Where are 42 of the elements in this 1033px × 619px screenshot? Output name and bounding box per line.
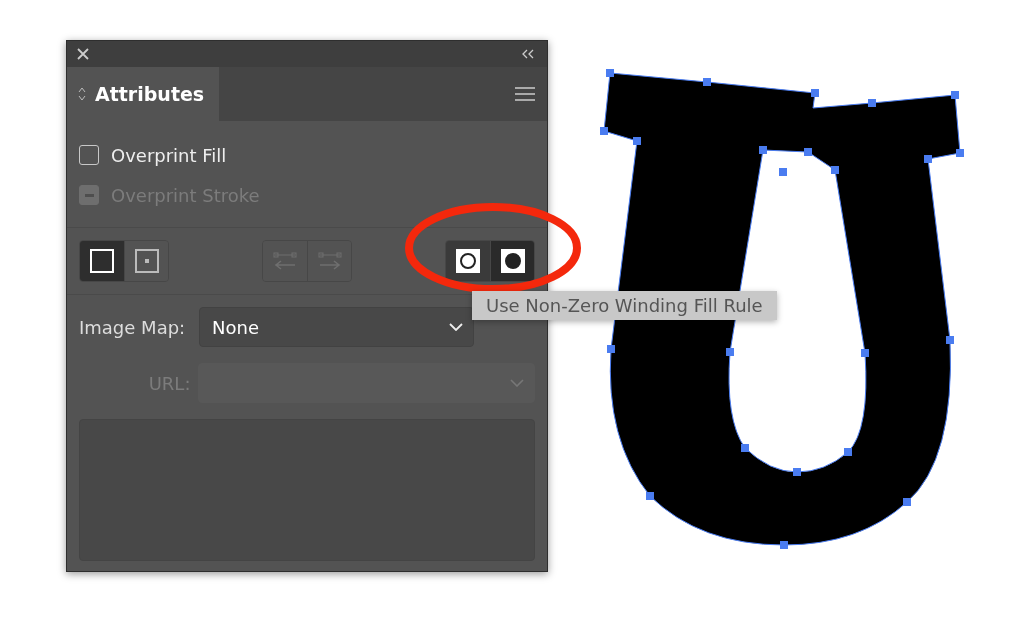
chevron-down-icon (449, 323, 463, 331)
anchor-point[interactable] (811, 89, 819, 97)
square-icon (134, 249, 159, 273)
anchor-point[interactable] (606, 69, 614, 77)
collapse-icon[interactable] (521, 49, 535, 59)
image-map-dropdown[interactable]: None (199, 307, 474, 347)
menu-icon[interactable] (515, 87, 535, 101)
checkbox[interactable] (79, 145, 99, 165)
anchor-point[interactable] (607, 345, 615, 353)
anchor-point[interactable] (831, 166, 839, 174)
anchor-point[interactable] (779, 168, 787, 176)
anchor-point[interactable] (844, 448, 852, 456)
shape-button[interactable] (80, 241, 124, 281)
anchor-point[interactable] (951, 91, 959, 99)
anchor-point[interactable] (703, 78, 711, 86)
chevron-down-icon (510, 379, 524, 387)
anchor-point[interactable] (633, 137, 641, 145)
fill-rule-button[interactable] (490, 241, 534, 281)
anchor-point[interactable] (804, 148, 812, 156)
anchor-point[interactable] (726, 348, 734, 356)
anchor-point[interactable] (903, 498, 911, 506)
panel-tab[interactable]: Attributes (67, 67, 219, 121)
anchor-point[interactable] (646, 492, 654, 500)
arrow-icon (273, 250, 297, 272)
reorder-icon (77, 86, 87, 102)
anchor-point[interactable] (600, 127, 608, 135)
anchor-point[interactable] (956, 149, 964, 157)
fill-rule-button[interactable] (446, 241, 490, 281)
anchor-point[interactable] (946, 336, 954, 344)
anchor-point[interactable] (759, 146, 767, 154)
checkbox-label: Overprint Fill (111, 144, 227, 166)
anchor-point[interactable] (861, 349, 869, 357)
close-icon[interactable] (77, 48, 89, 60)
anchor-point[interactable] (741, 444, 749, 452)
square-icon (90, 249, 114, 273)
image-map-label: Image Map: (79, 316, 187, 338)
arrow-icon (317, 250, 342, 272)
anchor-point[interactable] (780, 541, 788, 549)
anchor-point[interactable] (793, 468, 801, 476)
anchor-point[interactable] (868, 99, 876, 107)
tooltip: Use Non-Zero Winding Fill Rule (472, 291, 777, 320)
anchor-point[interactable] (924, 155, 932, 163)
